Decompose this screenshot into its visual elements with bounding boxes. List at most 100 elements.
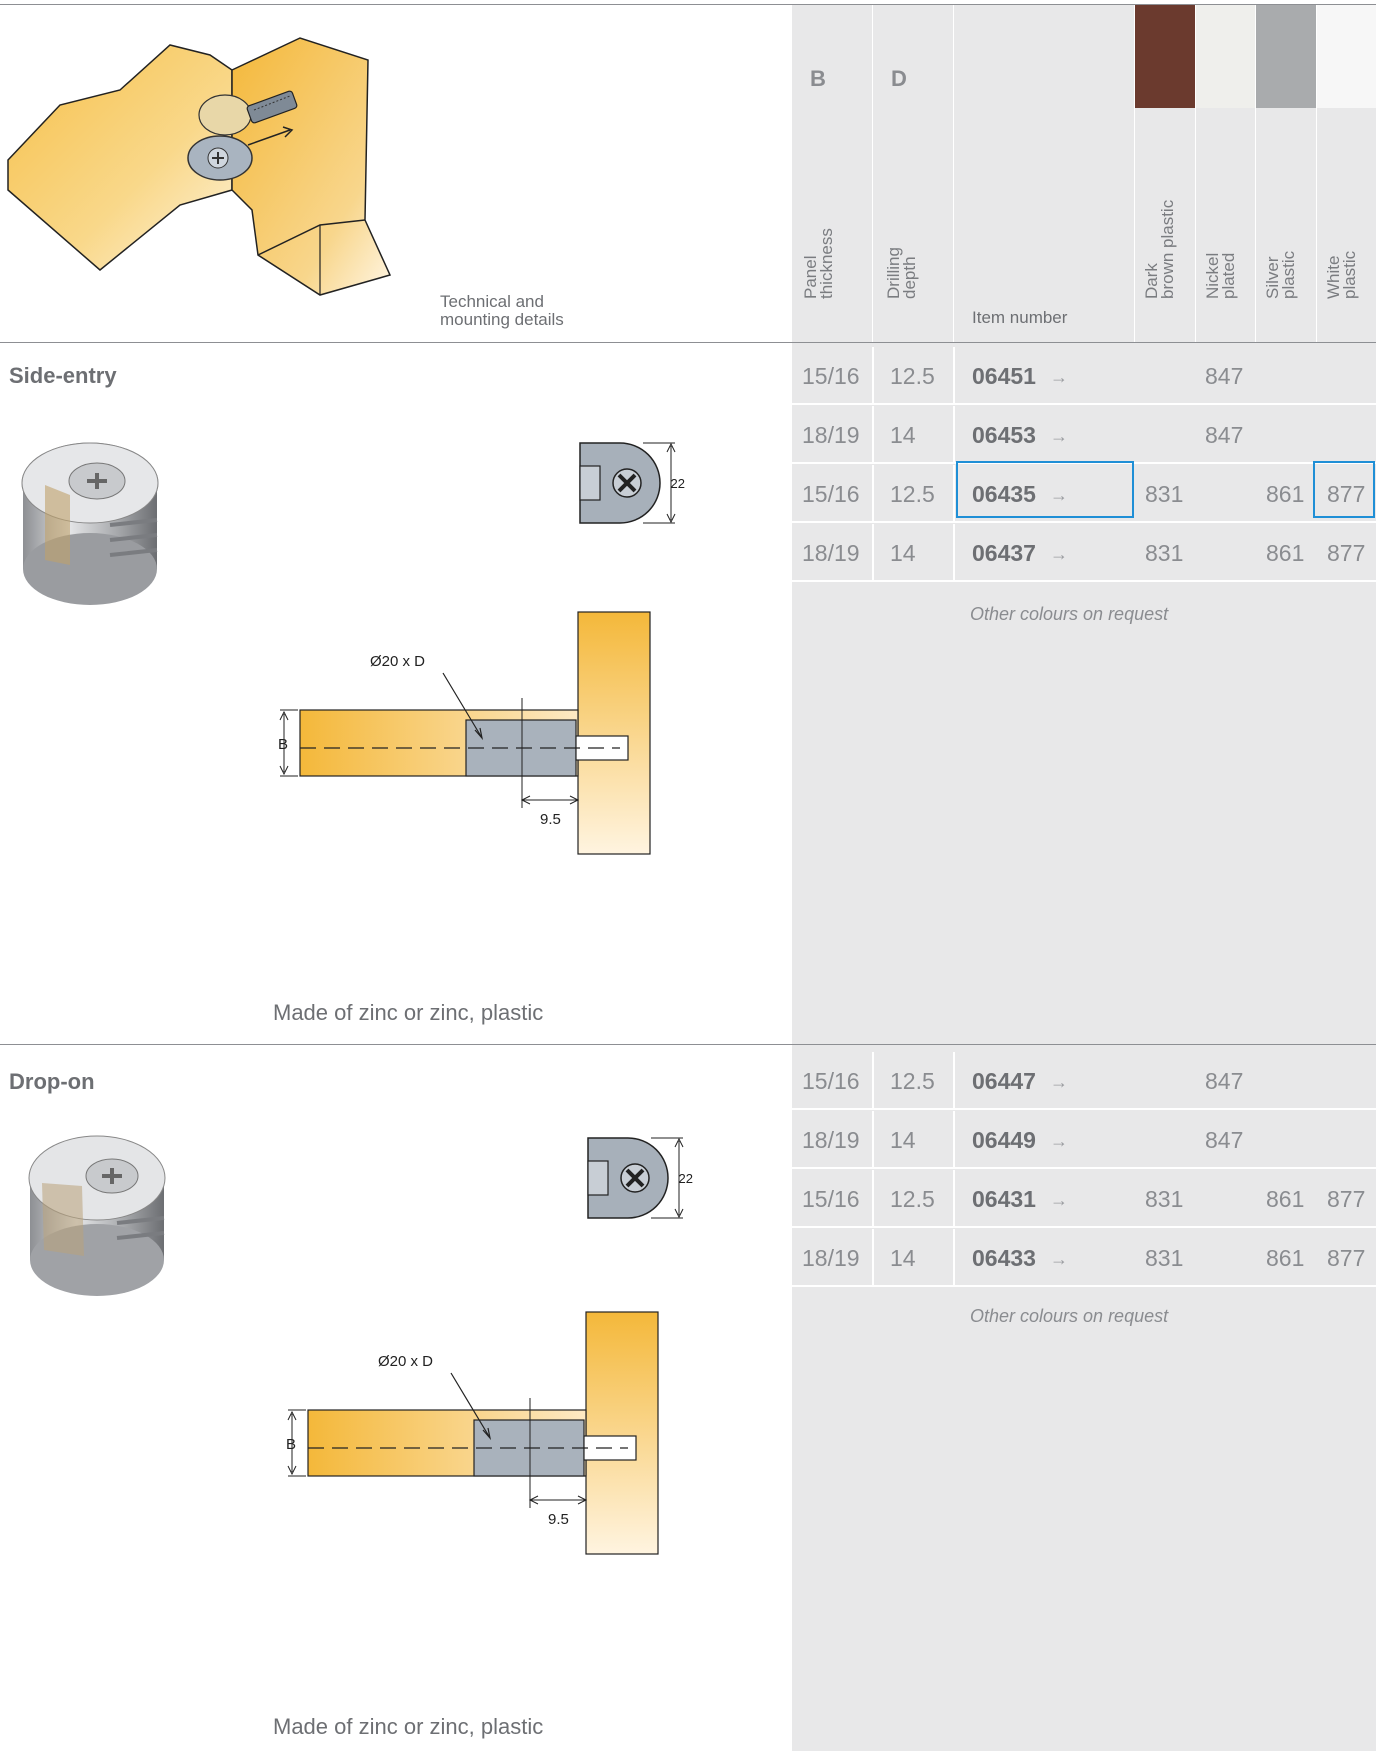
cell-panel-thickness: 18/19	[802, 1127, 860, 1153]
row-separator	[792, 1108, 1376, 1110]
cell-silver: 861	[1266, 1186, 1305, 1212]
panel-thickness-wrap: Panel thickness	[801, 228, 843, 331]
cell-panel-thickness: 15/16	[802, 363, 860, 389]
cell-white: 877	[1327, 1186, 1366, 1212]
cell-dark-brown: 831	[1145, 1186, 1184, 1212]
height-label: 22	[671, 476, 685, 491]
item-link-arrow-icon[interactable]: →	[1050, 347, 1068, 405]
drilling-depth-wrap: Drilling depth	[884, 247, 926, 331]
section-drawing-drop-on: Ø20 x D B 9.5	[286, 1311, 659, 1555]
cell-panel-thickness: 18/19	[802, 540, 860, 566]
cell-white: 877	[1327, 540, 1366, 566]
colour-label-wrap: Silver plastic	[1263, 251, 1305, 331]
header-rule	[0, 342, 1376, 343]
item-link-arrow-icon[interactable]: →	[1050, 1229, 1068, 1287]
row-separator	[792, 403, 1376, 405]
cell-item-number[interactable]: 06451	[972, 347, 1036, 405]
col-b-letter: B	[810, 66, 826, 91]
section-rule	[0, 1044, 1376, 1045]
other-colours-note: Other colours on request	[970, 604, 1169, 624]
highlight-item	[956, 461, 1134, 518]
column-divider	[872, 347, 874, 405]
plan-drawing-side-entry: 22	[579, 442, 685, 524]
cell-silver: 861	[1266, 1245, 1305, 1271]
header-divider	[953, 5, 954, 342]
plan-drawing-drop-on: 22	[587, 1137, 693, 1219]
cell-drilling-depth: 14	[890, 1127, 916, 1153]
colour-label-silver: Silver plastic	[1263, 250, 1298, 299]
table-row: 18/19 14 06453 → 847	[792, 406, 1376, 464]
technical-details-label: Technical and mounting details	[440, 292, 564, 329]
colour-label-wrap: Nickel plated	[1203, 253, 1245, 331]
cell-item-number[interactable]: 06453	[972, 406, 1036, 464]
cell-drilling-depth: 12.5	[890, 1068, 935, 1094]
column-divider	[953, 524, 955, 582]
swatch-silver	[1256, 5, 1316, 108]
height-label: 22	[679, 1171, 693, 1186]
column-divider	[872, 1111, 874, 1169]
column-divider	[872, 524, 874, 582]
row-separator	[792, 1226, 1376, 1228]
header-divider	[872, 5, 873, 342]
cell-nickel: 847	[1205, 1127, 1244, 1153]
column-divider	[953, 347, 955, 405]
cell-panel-thickness: 18/19	[802, 422, 860, 448]
column-divider	[953, 1052, 955, 1110]
highlight-white	[1313, 461, 1375, 518]
cell-dark-brown: 831	[1145, 481, 1184, 507]
column-divider	[872, 406, 874, 464]
cell-panel-thickness: 15/16	[802, 481, 860, 507]
assembly-illustration	[7, 37, 392, 296]
table-row: 18/19 14 06433 → 831 861 877	[792, 1229, 1376, 1287]
swatch-dark-brown	[1135, 5, 1195, 108]
cell-item-number[interactable]: 06449	[972, 1111, 1036, 1169]
material-note: Made of zinc or zinc, plastic	[273, 1000, 544, 1025]
item-link-arrow-icon[interactable]: →	[1050, 524, 1068, 582]
column-divider	[872, 1052, 874, 1110]
cell-item-number[interactable]: 06433	[972, 1229, 1036, 1287]
cell-drilling-depth: 12.5	[890, 363, 935, 389]
cell-drilling-depth: 14	[890, 1245, 916, 1271]
cell-nickel: 847	[1205, 1068, 1244, 1094]
cell-panel-thickness: 18/19	[802, 1245, 860, 1271]
other-colours-note: Other colours on request	[970, 1306, 1169, 1326]
panel-b-label: B	[278, 736, 288, 753]
column-divider	[953, 1170, 955, 1228]
item-link-arrow-icon[interactable]: →	[1050, 1170, 1068, 1228]
product-photo-drop-on	[28, 1135, 166, 1296]
row-separator	[792, 1167, 1376, 1169]
cell-dark-brown: 831	[1145, 1245, 1184, 1271]
column-divider	[872, 1229, 874, 1287]
cell-white: 877	[1327, 1245, 1366, 1271]
cell-nickel: 847	[1205, 422, 1244, 448]
colour-label-wrap: White plastic	[1324, 251, 1366, 331]
row-separator	[792, 580, 1376, 582]
hole-diameter-label: Ø20 x D	[378, 1353, 433, 1370]
cell-item-number[interactable]: 06431	[972, 1170, 1036, 1228]
column-divider	[872, 465, 874, 523]
section-drawing-side-entry: Ø20 x D B 9.5	[278, 611, 651, 855]
colour-label-wrap: Dark brown plastic	[1142, 200, 1184, 331]
column-divider	[953, 1111, 955, 1169]
section-title: Side-entry	[9, 363, 117, 388]
cell-dark-brown: 831	[1145, 540, 1184, 566]
col-d-letter: D	[891, 66, 907, 91]
cell-drilling-depth: 14	[890, 422, 916, 448]
item-link-arrow-icon[interactable]: →	[1050, 406, 1068, 464]
offset-label: 9.5	[548, 1511, 569, 1528]
table-row: 15/16 12.5 06451 → 847	[792, 347, 1376, 405]
product-photo-side-entry	[21, 442, 159, 605]
table-row: 18/19 14 06437 → 831 861 877	[792, 524, 1376, 582]
cell-item-number[interactable]: 06447	[972, 1052, 1036, 1110]
cell-silver: 861	[1266, 481, 1305, 507]
row-separator	[792, 1285, 1376, 1287]
item-number-label: Item number	[972, 308, 1068, 327]
item-link-arrow-icon[interactable]: →	[1050, 1052, 1068, 1110]
cell-item-number[interactable]: 06437	[972, 524, 1036, 582]
cell-drilling-depth: 14	[890, 540, 916, 566]
cell-panel-thickness: 15/16	[802, 1068, 860, 1094]
table-row: 18/19 14 06449 → 847	[792, 1111, 1376, 1169]
item-link-arrow-icon[interactable]: →	[1050, 1111, 1068, 1169]
swatch-white	[1317, 5, 1376, 108]
cell-panel-thickness: 15/16	[802, 1186, 860, 1212]
